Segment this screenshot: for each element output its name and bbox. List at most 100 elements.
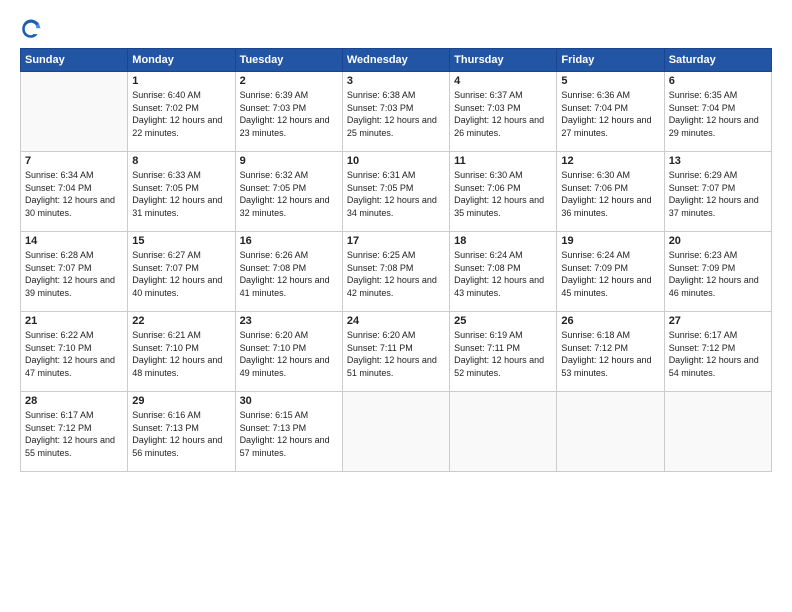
day-number: 21 [25, 315, 123, 327]
day-number: 10 [347, 155, 445, 167]
day-number: 9 [240, 155, 338, 167]
calendar-cell: 29Sunrise: 6:16 AMSunset: 7:13 PMDayligh… [128, 392, 235, 472]
day-info: Sunrise: 6:23 AMSunset: 7:09 PMDaylight:… [669, 249, 767, 299]
day-number: 6 [669, 75, 767, 87]
day-number: 18 [454, 235, 552, 247]
calendar-cell: 23 Sunrise: 6:20 AMSunset: 7:10 PMDayligh… [235, 312, 342, 392]
day-info: Sunrise: 6:22 AMSunset: 7:10 PMDaylight:… [25, 329, 123, 379]
calendar-table: SundayMondayTuesdayWednesdayThursdayFrid… [20, 48, 772, 472]
day-number: 17 [347, 235, 445, 247]
day-info: Sunrise: 6:31 AMSunset: 7:05 PMDaylight:… [347, 169, 445, 219]
day-number: 16 [240, 235, 338, 247]
day-info: Sunrise: 6:24 AMSunset: 7:08 PMDaylight:… [454, 249, 552, 299]
calendar-cell [664, 392, 771, 472]
calendar-cell: 24 Sunrise: 6:20 AMSunset: 7:11 PMDayligh… [342, 312, 449, 392]
day-info: Sunrise: 6:35 AMSunset: 7:04 PMDaylight:… [669, 89, 767, 139]
calendar-cell: 22Sunrise: 6:21 AMSunset: 7:10 PMDayligh… [128, 312, 235, 392]
calendar-cell: 3 Sunrise: 6:38 AMSunset: 7:03 PMDaylight… [342, 72, 449, 152]
calendar-cell: 11 Sunrise: 6:30 AMSunset: 7:06 PMDayligh… [450, 152, 557, 232]
calendar-cell [342, 392, 449, 472]
day-number: 15 [132, 235, 230, 247]
weekday-header: Saturday [664, 49, 771, 72]
day-info: Sunrise: 6:37 AMSunset: 7:03 PMDaylight:… [454, 89, 552, 139]
day-number: 26 [561, 315, 659, 327]
calendar-cell: 18 Sunrise: 6:24 AMSunset: 7:08 PMDayligh… [450, 232, 557, 312]
calendar-week-row: 28 Sunrise: 6:17 AMSunset: 7:12 PMDayligh… [21, 392, 772, 472]
day-info: Sunrise: 6:17 AMSunset: 7:12 PMDaylight:… [25, 409, 123, 459]
day-info: Sunrise: 6:18 AMSunset: 7:12 PMDaylight:… [561, 329, 659, 379]
day-info: Sunrise: 6:40 AMSunset: 7:02 PMDaylight:… [132, 89, 230, 139]
day-number: 12 [561, 155, 659, 167]
weekday-header: Thursday [450, 49, 557, 72]
day-number: 7 [25, 155, 123, 167]
day-number: 25 [454, 315, 552, 327]
day-number: 23 [240, 315, 338, 327]
day-number: 3 [347, 75, 445, 87]
weekday-header: Tuesday [235, 49, 342, 72]
day-number: 5 [561, 75, 659, 87]
calendar-week-row: 1 Sunrise: 6:40 AMSunset: 7:02 PMDaylight… [21, 72, 772, 152]
day-number: 30 [240, 395, 338, 407]
header [20, 18, 772, 40]
calendar-cell: 13 Sunrise: 6:29 AMSunset: 7:07 PMDayligh… [664, 152, 771, 232]
calendar-cell: 27Sunrise: 6:17 AMSunset: 7:12 PMDayligh… [664, 312, 771, 392]
day-number: 20 [669, 235, 767, 247]
calendar-cell: 19Sunrise: 6:24 AMSunset: 7:09 PMDayligh… [557, 232, 664, 312]
calendar-cell: 5 Sunrise: 6:36 AMSunset: 7:04 PMDaylight… [557, 72, 664, 152]
calendar-cell [557, 392, 664, 472]
day-info: Sunrise: 6:36 AMSunset: 7:04 PMDaylight:… [561, 89, 659, 139]
day-info: Sunrise: 6:20 AMSunset: 7:10 PMDaylight:… [240, 329, 338, 379]
day-info: Sunrise: 6:34 AMSunset: 7:04 PMDaylight:… [25, 169, 123, 219]
weekday-header: Sunday [21, 49, 128, 72]
weekday-header: Monday [128, 49, 235, 72]
calendar-cell: 30 Sunrise: 6:15 AMSunset: 7:13 PMDayligh… [235, 392, 342, 472]
calendar-cell: 9 Sunrise: 6:32 AMSunset: 7:05 PMDaylight… [235, 152, 342, 232]
calendar-week-row: 14Sunrise: 6:28 AMSunset: 7:07 PMDayligh… [21, 232, 772, 312]
day-info: Sunrise: 6:38 AMSunset: 7:03 PMDaylight:… [347, 89, 445, 139]
calendar-cell: 21 Sunrise: 6:22 AMSunset: 7:10 PMDayligh… [21, 312, 128, 392]
day-number: 28 [25, 395, 123, 407]
day-number: 14 [25, 235, 123, 247]
calendar-cell: 4 Sunrise: 6:37 AMSunset: 7:03 PMDaylight… [450, 72, 557, 152]
day-number: 1 [132, 75, 230, 87]
day-info: Sunrise: 6:25 AMSunset: 7:08 PMDaylight:… [347, 249, 445, 299]
calendar-cell: 28 Sunrise: 6:17 AMSunset: 7:12 PMDayligh… [21, 392, 128, 472]
calendar-cell: 20 Sunrise: 6:23 AMSunset: 7:09 PMDayligh… [664, 232, 771, 312]
calendar-week-row: 21 Sunrise: 6:22 AMSunset: 7:10 PMDayligh… [21, 312, 772, 392]
day-number: 24 [347, 315, 445, 327]
day-info: Sunrise: 6:24 AMSunset: 7:09 PMDaylight:… [561, 249, 659, 299]
day-info: Sunrise: 6:26 AMSunset: 7:08 PMDaylight:… [240, 249, 338, 299]
day-number: 4 [454, 75, 552, 87]
day-info: Sunrise: 6:15 AMSunset: 7:13 PMDaylight:… [240, 409, 338, 459]
day-info: Sunrise: 6:19 AMSunset: 7:11 PMDaylight:… [454, 329, 552, 379]
weekday-header: Wednesday [342, 49, 449, 72]
day-number: 27 [669, 315, 767, 327]
calendar-cell: 12 Sunrise: 6:30 AMSunset: 7:06 PMDayligh… [557, 152, 664, 232]
logo [20, 18, 46, 40]
calendar-cell: 26 Sunrise: 6:18 AMSunset: 7:12 PMDayligh… [557, 312, 664, 392]
calendar-cell: 8Sunrise: 6:33 AMSunset: 7:05 PMDaylight… [128, 152, 235, 232]
day-info: Sunrise: 6:29 AMSunset: 7:07 PMDaylight:… [669, 169, 767, 219]
calendar-cell: 25 Sunrise: 6:19 AMSunset: 7:11 PMDayligh… [450, 312, 557, 392]
calendar-cell: 1 Sunrise: 6:40 AMSunset: 7:02 PMDaylight… [128, 72, 235, 152]
calendar-page: SundayMondayTuesdayWednesdayThursdayFrid… [0, 0, 792, 612]
logo-icon [20, 18, 42, 40]
day-number: 29 [132, 395, 230, 407]
calendar-week-row: 7 Sunrise: 6:34 AMSunset: 7:04 PMDaylight… [21, 152, 772, 232]
calendar-cell: 17 Sunrise: 6:25 AMSunset: 7:08 PMDayligh… [342, 232, 449, 312]
day-info: Sunrise: 6:30 AMSunset: 7:06 PMDaylight:… [561, 169, 659, 219]
calendar-cell: 7 Sunrise: 6:34 AMSunset: 7:04 PMDaylight… [21, 152, 128, 232]
calendar-cell: 15Sunrise: 6:27 AMSunset: 7:07 PMDayligh… [128, 232, 235, 312]
day-number: 13 [669, 155, 767, 167]
day-info: Sunrise: 6:20 AMSunset: 7:11 PMDaylight:… [347, 329, 445, 379]
day-info: Sunrise: 6:30 AMSunset: 7:06 PMDaylight:… [454, 169, 552, 219]
calendar-cell [450, 392, 557, 472]
weekday-header: Friday [557, 49, 664, 72]
day-number: 8 [132, 155, 230, 167]
day-number: 22 [132, 315, 230, 327]
calendar-cell: 6 Sunrise: 6:35 AMSunset: 7:04 PMDaylight… [664, 72, 771, 152]
calendar-cell: 16 Sunrise: 6:26 AMSunset: 7:08 PMDayligh… [235, 232, 342, 312]
calendar-cell: 14Sunrise: 6:28 AMSunset: 7:07 PMDayligh… [21, 232, 128, 312]
day-info: Sunrise: 6:32 AMSunset: 7:05 PMDaylight:… [240, 169, 338, 219]
day-number: 11 [454, 155, 552, 167]
